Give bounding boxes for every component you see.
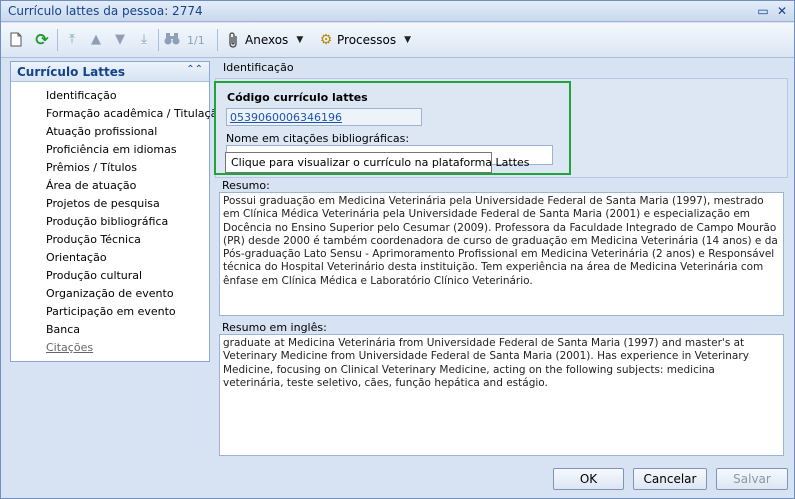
sidebar-item-organizacao-evento[interactable]: Organização de evento	[11, 285, 209, 303]
title-bar: Currículo lattes da pessoa: 2774 ▭ ✕	[1, 1, 794, 22]
codigo-lattes-link[interactable]: 0539060006346196	[226, 108, 422, 126]
search-button[interactable]	[164, 31, 180, 49]
arrow-down-icon: ▼	[115, 32, 125, 47]
cancel-button[interactable]: Cancelar	[633, 468, 707, 490]
toolbar: ⟳ ⤒ ▲ ▼ ⤓ 1/1 Anexos ▼ ⚙ Processos ▼	[1, 23, 794, 58]
refresh-icon: ⟳	[35, 30, 49, 49]
sidebar-item-formacao-academica[interactable]: Formação acadêmica / Titulação	[11, 105, 224, 123]
window-title: Currículo lattes da pessoa: 2774	[8, 4, 203, 18]
arrow-up-icon: ▲	[91, 32, 101, 47]
resumo-text: Possui graduação em Medicina Veterinária…	[223, 195, 778, 287]
toolbar-separator	[217, 29, 218, 51]
binoculars-icon	[164, 32, 180, 48]
dialog-window: Currículo lattes da pessoa: 2774 ▭ ✕ ⟳ ⤒…	[0, 0, 795, 499]
sidebar-item-participacao-evento[interactable]: Participação em evento	[11, 303, 209, 321]
sidebar-item-identificacao[interactable]: Identificação	[11, 87, 209, 105]
paperclip-icon	[226, 32, 242, 48]
refresh-button[interactable]: ⟳	[34, 31, 50, 49]
first-record-button[interactable]: ⤒	[64, 31, 80, 49]
chevron-down-icon: ▼	[404, 35, 412, 45]
sidebar-header: Currículo Lattes ⌃⌃	[11, 62, 209, 82]
resumo-ingles-text: graduate at Medicina Veterinária from Un…	[223, 337, 749, 389]
anexos-label: Anexos	[245, 33, 289, 47]
first-record-icon: ⤒	[69, 32, 75, 47]
last-record-button[interactable]: ⤓	[136, 31, 152, 49]
section-title: Identificação	[223, 61, 294, 74]
sidebar-item-area-atuacao[interactable]: Área de atuação	[11, 177, 209, 195]
codigo-lattes-label: Código currículo lattes	[227, 91, 368, 104]
processos-menu-button[interactable]: ⚙ Processos ▼	[318, 31, 411, 49]
save-button[interactable]: Salvar	[716, 468, 788, 490]
resumo-ingles-textarea[interactable]: graduate at Medicina Veterinária from Un…	[219, 334, 784, 456]
sidebar-list: Identificação Formação acadêmica / Titul…	[11, 82, 224, 357]
record-position: 1/1	[187, 31, 205, 49]
processos-label: Processos	[337, 33, 397, 47]
sidebar: Currículo Lattes ⌃⌃ Identificação Formaç…	[10, 61, 224, 362]
sidebar-item-banca[interactable]: Banca	[11, 321, 209, 339]
record-position-text: 1/1	[187, 33, 205, 47]
chevron-down-icon: ▼	[296, 35, 304, 45]
tooltip: Clique para visualizar o currículo na pl…	[225, 152, 530, 173]
collapse-icon[interactable]: ⌃⌃	[186, 64, 203, 75]
anexos-menu-button[interactable]: Anexos ▼	[226, 31, 303, 49]
sidebar-item-producao-cultural[interactable]: Produção cultural	[11, 267, 209, 285]
previous-record-button[interactable]: ▲	[88, 31, 104, 49]
sidebar-item-citacoes[interactable]: Citações	[11, 339, 209, 357]
last-record-icon: ⤓	[141, 32, 147, 47]
resumo-label: Resumo:	[222, 179, 270, 192]
sidebar-item-orientacao[interactable]: Orientação	[11, 249, 209, 267]
sidebar-title: Currículo Lattes	[17, 65, 125, 79]
sidebar-item-projetos-pesquisa[interactable]: Projetos de pesquisa	[11, 195, 209, 213]
ok-button[interactable]: OK	[553, 468, 624, 490]
toolbar-separator	[158, 29, 159, 51]
resumo-textarea[interactable]: Possui graduação em Medicina Veterinária…	[219, 192, 784, 316]
gears-icon: ⚙	[319, 32, 333, 48]
toolbar-separator	[57, 29, 58, 51]
minimize-button[interactable]: ▭	[756, 4, 770, 18]
sidebar-item-proficiencia-idiomas[interactable]: Proficiência em idiomas	[11, 141, 209, 159]
sidebar-item-atuacao-profissional[interactable]: Atuação profissional	[11, 123, 209, 141]
nome-citacoes-label: Nome em citações bibliográficas:	[226, 132, 410, 145]
new-document-icon	[8, 32, 24, 48]
close-button[interactable]: ✕	[775, 4, 789, 18]
next-record-button[interactable]: ▼	[112, 31, 128, 49]
sidebar-item-premios-titulos[interactable]: Prêmios / Títulos	[11, 159, 209, 177]
sidebar-item-producao-bibliografica[interactable]: Produção bibliográfica	[11, 213, 209, 231]
sidebar-item-producao-tecnica[interactable]: Produção Técnica	[11, 231, 209, 249]
new-document-button[interactable]	[8, 31, 24, 49]
resumo-ingles-label: Resumo em inglês:	[222, 321, 327, 334]
